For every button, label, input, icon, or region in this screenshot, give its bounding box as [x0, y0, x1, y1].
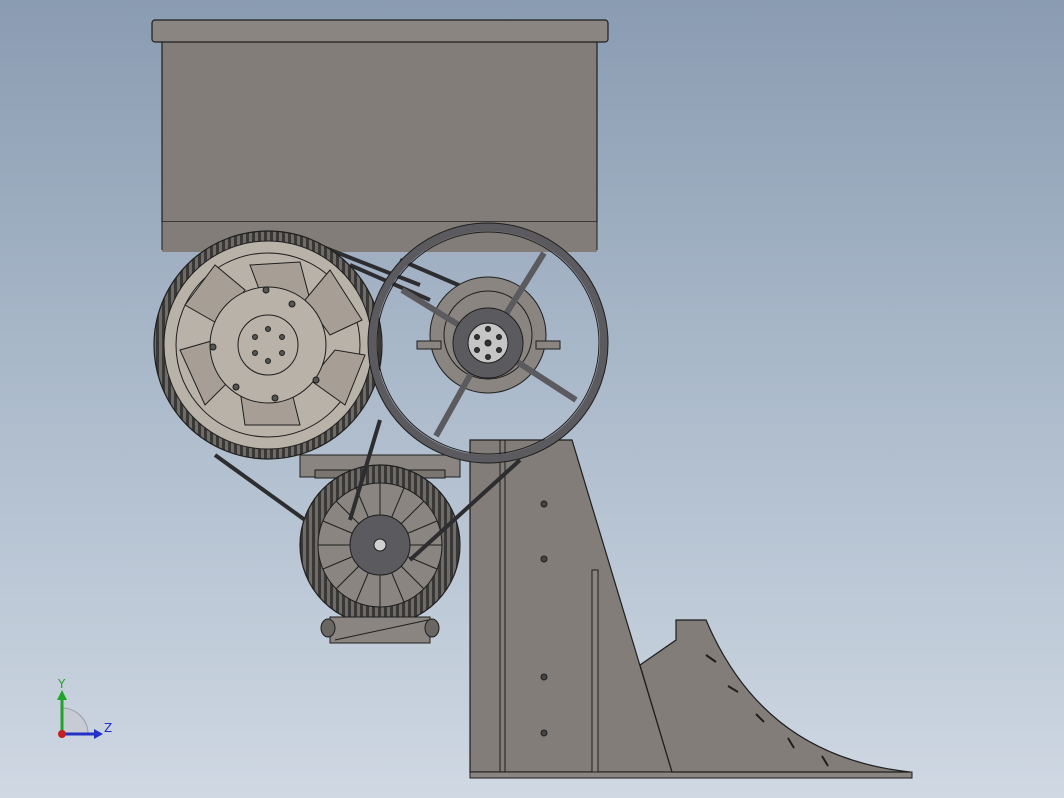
y-axis-label: Y [57, 677, 66, 691]
hopper-body [151, 19, 609, 252]
y-axis-arrowhead [57, 690, 67, 700]
discharge-chute [639, 619, 911, 773]
x-axis-dot [58, 730, 66, 738]
large-spoked-pulley [367, 222, 609, 464]
orientation-triad: Y Z [57, 677, 112, 739]
triad-plane-icon [61, 707, 89, 735]
z-axis-label: Z [104, 721, 112, 735]
z-axis-arrowhead [94, 729, 103, 739]
motor [299, 464, 461, 644]
graphics-viewport[interactable]: Y Z [0, 0, 1064, 798]
machine-model-view[interactable] [0, 0, 1064, 798]
large-timing-pulley [153, 230, 383, 460]
